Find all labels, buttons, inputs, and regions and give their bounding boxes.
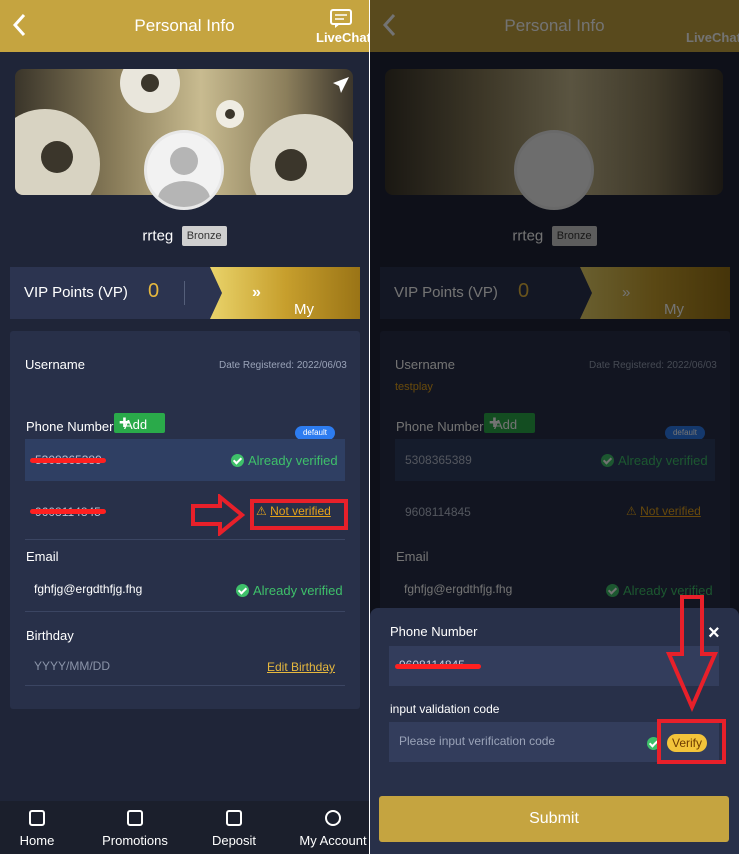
username-label: Username — [25, 357, 85, 372]
personal-info-screen: Personal Info LiveChat rrteg Bronze VIP … — [0, 0, 369, 854]
email-value: fghfjg@ergdthfjg.fhg — [34, 582, 143, 596]
bottom-tab-bar: Home Promotions Deposit My Account — [0, 801, 369, 854]
divider — [25, 611, 345, 612]
tab-deposit[interactable]: Deposit — [188, 801, 280, 854]
avatar[interactable] — [144, 130, 224, 210]
default-badge: default — [295, 426, 335, 440]
divider — [25, 685, 345, 686]
vip-level-badge: Bronze — [181, 226, 227, 246]
email-verified-status: Already verified — [236, 583, 343, 598]
tab-home[interactable]: Home — [0, 801, 83, 854]
date-registered: Date Registered: 2022/06/03 — [219, 360, 347, 371]
gift-icon — [127, 810, 143, 826]
user-icon — [325, 810, 341, 826]
modal-phone-label: Phone Number — [390, 624, 478, 639]
submit-button[interactable]: Submit — [379, 796, 729, 842]
double-chevron-icon: » — [252, 284, 261, 301]
home-icon — [29, 810, 45, 826]
redaction-strike — [30, 458, 106, 463]
redaction-strike — [395, 664, 481, 669]
share-icon — [333, 77, 349, 93]
divider — [184, 281, 185, 305]
phone-number-label: Phone Number — [26, 419, 114, 434]
wallet-icon — [226, 810, 242, 826]
username-row: rrteg Bronze — [0, 226, 369, 246]
birthday-value: YYYY/MM/DD — [34, 659, 111, 673]
validation-code-label: input validation code — [390, 702, 500, 716]
verify-phone-screen: Personal Info LiveChat rrteg Bronze VIP … — [370, 0, 739, 854]
check-circle-icon — [236, 584, 249, 597]
vip-points-value: 0 — [148, 280, 160, 302]
annotation-arrow-right — [191, 494, 246, 536]
redaction-strike — [30, 509, 106, 514]
add-phone-button[interactable]: ✚ Add — [114, 413, 165, 433]
divider — [25, 539, 345, 540]
annotation-highlight-box — [657, 719, 726, 764]
annotation-highlight-box — [250, 499, 348, 530]
vip-points-label: VIP Points (VP) — [24, 284, 128, 301]
birthday-label: Birthday — [26, 628, 74, 643]
vip-points-bar: VIP Points (VP) 0 My Vip » — [10, 267, 360, 319]
phone-row-default[interactable]: 5308365389 Already verified — [25, 439, 345, 481]
tab-promotions[interactable]: Promotions — [89, 801, 181, 854]
check-circle-icon — [231, 454, 244, 467]
email-label: Email — [26, 549, 59, 564]
verified-status: Already verified — [231, 453, 338, 468]
top-header: Personal Info LiveChat — [0, 0, 369, 52]
edit-birthday-link[interactable]: Edit Birthday — [267, 660, 335, 674]
my-vip-button[interactable]: My Vip » — [210, 267, 360, 319]
username: rrteg — [142, 227, 174, 245]
annotation-arrow-down — [666, 595, 718, 712]
livechat-button[interactable]: LiveChat — [316, 30, 369, 45]
chat-icon[interactable] — [330, 9, 352, 29]
page-title: Personal Info — [134, 16, 235, 35]
tab-my-account[interactable]: My Account — [287, 801, 369, 854]
